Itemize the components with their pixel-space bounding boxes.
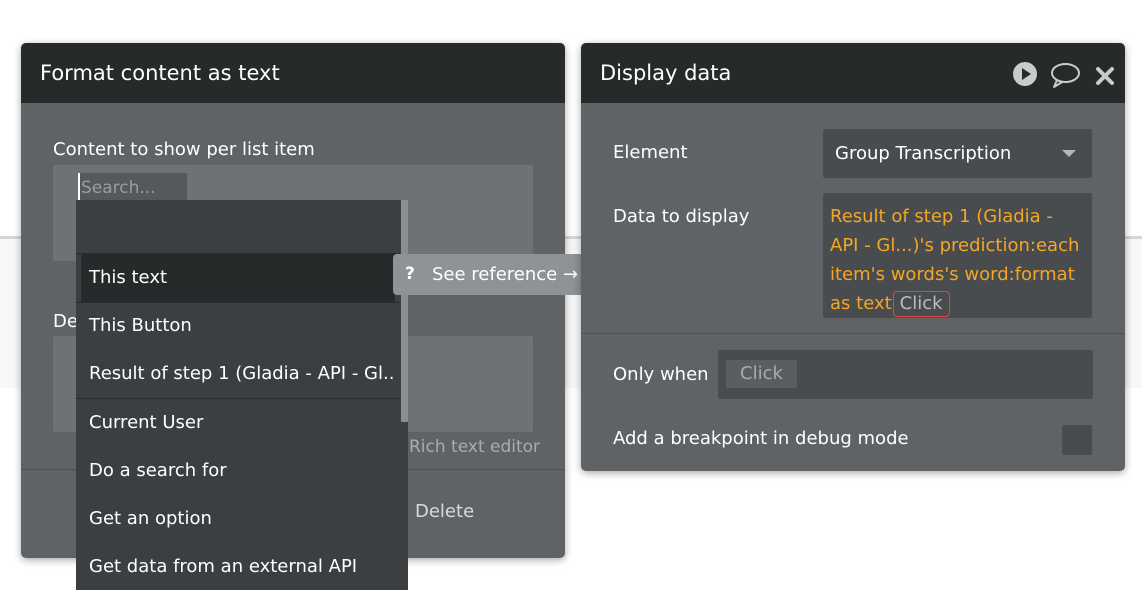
element-value: Group Transcription — [835, 143, 1012, 164]
breakpoint-checkbox[interactable] — [1062, 425, 1092, 455]
data-expression-field[interactable]: Result of step 1 (Gladia - API - Gl...)'… — [823, 193, 1092, 318]
dropdown-item-get-an-option[interactable]: Get an option — [81, 495, 395, 543]
rich-text-editor-link[interactable]: Rich text editor — [409, 437, 540, 457]
only-when-field[interactable]: Click — [718, 350, 1093, 399]
dropdown-item-this-text[interactable]: This text — [81, 254, 395, 302]
click-chip[interactable]: Click — [892, 291, 950, 317]
close-icon[interactable] — [1095, 66, 1115, 86]
second-field-label: De — [53, 311, 78, 332]
breakpoint-label: Add a breakpoint in debug mode — [613, 428, 909, 449]
data-source-dropdown: This text This Button Result of step 1 (… — [76, 200, 408, 590]
delete-button[interactable]: Delete — [415, 501, 474, 522]
question-icon: ? — [405, 264, 415, 284]
search-input[interactable]: Search... — [78, 173, 187, 203]
chevron-down-icon — [1062, 150, 1076, 157]
play-icon[interactable] — [1012, 61, 1038, 87]
panel-title: Display data — [581, 43, 1125, 103]
panel-title: Format content as text — [21, 43, 565, 103]
display-data-panel: Display data Element Group Transcription… — [581, 43, 1125, 471]
comment-icon[interactable] — [1050, 62, 1081, 89]
dropdown-item-do-a-search[interactable]: Do a search for — [81, 447, 395, 495]
see-reference-text: See reference → — [432, 264, 579, 285]
dropdown-item-this-button[interactable]: This Button — [81, 302, 395, 350]
dropdown-scrollbar[interactable] — [401, 200, 408, 422]
see-reference-tooltip[interactable]: ? See reference → — [393, 254, 591, 295]
element-label: Element — [613, 142, 688, 163]
data-expression-text: Result of step 1 (Gladia - API - Gl...)'… — [830, 206, 1080, 314]
divider — [581, 333, 1125, 334]
element-dropdown[interactable]: Group Transcription — [823, 129, 1092, 178]
data-expression: Result of step 1 (Gladia - API - Gl...)'… — [823, 193, 1092, 318]
dropdown-item-external-api[interactable]: Get data from an external API — [81, 543, 395, 591]
dropdown-item-current-user[interactable]: Current User — [81, 399, 395, 447]
dropdown-item-result-step-1[interactable]: Result of step 1 (Gladia - API - Gl...) — [81, 350, 395, 398]
content-label: Content to show per list item — [53, 139, 315, 160]
only-when-click-chip[interactable]: Click — [726, 360, 797, 388]
data-to-display-label: Data to display — [613, 206, 750, 227]
only-when-label: Only when — [613, 364, 709, 385]
